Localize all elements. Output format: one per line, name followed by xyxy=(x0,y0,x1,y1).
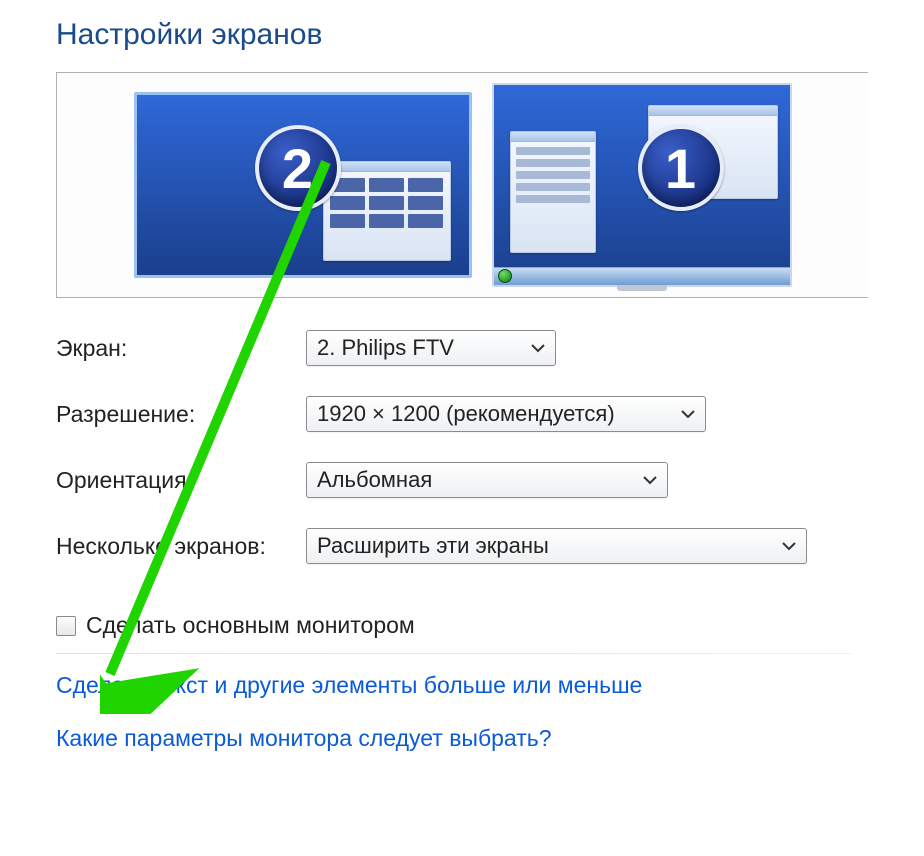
chevron-down-icon xyxy=(531,343,545,353)
multiple-displays-dropdown[interactable]: Расширить эти экраны xyxy=(306,528,807,564)
monitor-display-2[interactable]: 2 xyxy=(134,92,472,278)
monitor-arrangement-area[interactable]: 2 1 xyxy=(56,72,868,298)
text-size-link[interactable]: Сделать текст и другие элементы больше и… xyxy=(56,672,868,699)
screen-dropdown[interactable]: 2. Philips FTV xyxy=(306,330,556,366)
resolution-dropdown-value: 1920 × 1200 (рекомендуется) xyxy=(317,401,615,427)
resolution-label: Разрешение: xyxy=(56,401,306,428)
display-settings-form: Экран: 2. Philips FTV Разрешение: 1920 ×… xyxy=(56,330,868,564)
orientation-dropdown-value: Альбомная xyxy=(317,467,432,493)
monitor-display-1[interactable]: 1 xyxy=(492,83,792,287)
chevron-down-icon xyxy=(782,541,796,551)
decorative-start-orb-icon xyxy=(498,269,512,283)
orientation-label: Ориентация: xyxy=(56,467,306,494)
orientation-dropdown[interactable]: Альбомная xyxy=(306,462,668,498)
monitor-number-badge-2: 2 xyxy=(255,125,341,211)
make-main-monitor-checkbox[interactable] xyxy=(56,616,76,636)
multiple-displays-label: Несколько экранов: xyxy=(56,533,306,560)
decorative-taskbar-icon xyxy=(494,267,790,285)
make-main-monitor-label: Сделать основным монитором xyxy=(86,612,415,639)
decorative-window-icon xyxy=(510,131,596,253)
chevron-down-icon xyxy=(681,409,695,419)
decorative-window-icon xyxy=(323,161,451,261)
multiple-displays-dropdown-value: Расширить эти экраны xyxy=(317,533,549,559)
monitor-number-badge-1: 1 xyxy=(638,125,724,211)
resolution-dropdown[interactable]: 1920 × 1200 (рекомендуется) xyxy=(306,396,706,432)
chevron-down-icon xyxy=(643,475,657,485)
page-title: Настройки экранов xyxy=(56,18,868,52)
monitor-help-link[interactable]: Какие параметры монитора следует выбрать… xyxy=(56,725,868,752)
screen-dropdown-value: 2. Philips FTV xyxy=(317,335,454,361)
screen-label: Экран: xyxy=(56,335,306,362)
section-divider xyxy=(56,653,852,654)
decorative-monitor-stand-icon xyxy=(617,285,667,291)
